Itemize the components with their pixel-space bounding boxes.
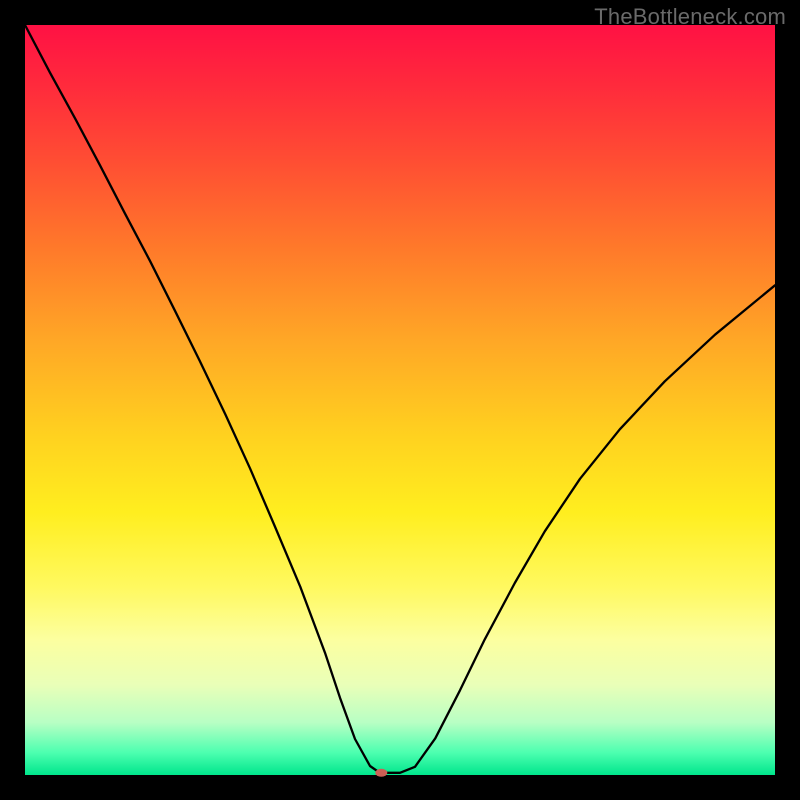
bottleneck-curve xyxy=(25,25,775,775)
minimum-marker xyxy=(375,769,387,777)
chart-frame: TheBottleneck.com xyxy=(0,0,800,800)
plot-area xyxy=(25,25,775,775)
